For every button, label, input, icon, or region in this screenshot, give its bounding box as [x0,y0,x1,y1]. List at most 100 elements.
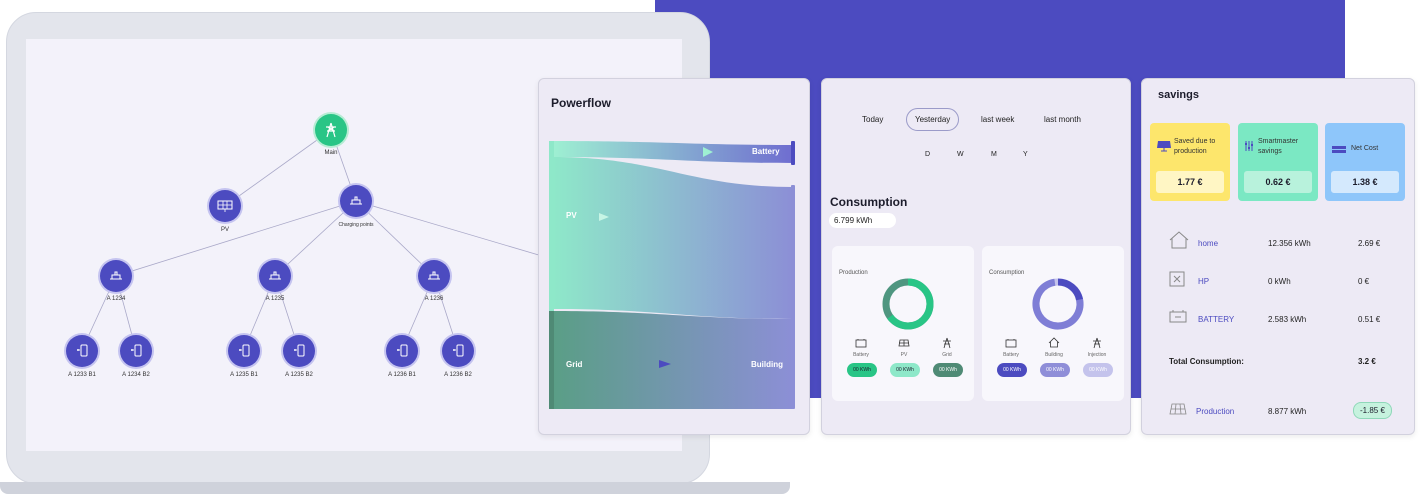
pv-source-bar [549,141,554,311]
row-cost-battery: 0.51 € [1358,315,1381,324]
production-row-value-badge: -1.85 € [1353,402,1392,419]
solar-panel-icon [1169,403,1187,415]
production-item-label: PV [900,352,908,358]
battery-icon [855,339,867,348]
smartmaster-savings-label: Smartmaster savings [1258,138,1299,155]
consumption-value-pill: 00 KWh [1040,363,1070,377]
ev-charger-icon [397,344,408,357]
tab-last-month[interactable]: last month [1044,115,1081,124]
group-node-a1235[interactable] [259,260,291,292]
consumption-item-label: Injection [1087,352,1107,358]
production-panel: Production Battery PV Grid 00 KWh 00 KWh… [832,246,974,401]
charger-hub-icon [269,271,281,280]
home-icon [1169,231,1189,249]
charger-label: A 1235 B2 [285,372,313,378]
consumption-donut [1032,278,1084,330]
tab-yesterday[interactable]: Yesterday [906,108,960,131]
solar-panel-icon [217,200,233,212]
consumption-panel: Consumption Battery Building Injection 0… [982,246,1124,401]
granularity-year[interactable]: Y [1023,151,1028,158]
pv-node[interactable] [209,190,241,222]
net-cost-label: Net Cost [1351,145,1379,152]
production-value-pill: 00 KWh [890,363,920,377]
consumption-item-label: Battery [1003,352,1019,358]
battery-sink-bar [791,141,795,165]
grid-flow-label: Grid [566,360,583,369]
consumption-total: 6.799 kWh [829,213,897,228]
net-cost-value: 1.38 € [1331,171,1399,193]
charging-points-node[interactable] [340,185,372,217]
row-label-battery: BATTERY [1198,315,1235,324]
consumption-item-label: Building [1045,352,1063,358]
charger-node[interactable] [66,335,98,367]
row-kwh-battery: 2.583 kWh [1268,315,1307,324]
pv-flow-label: PV [566,211,577,220]
ev-charger-icon [77,344,88,357]
production-row-kwh: 8.877 kWh [1268,407,1307,416]
charger-label: A 1236 B2 [444,372,472,378]
charger-node[interactable] [283,335,315,367]
main-label: Main [324,150,338,156]
net-cost-box: Net Cost 1.38 € [1325,123,1405,201]
heat-pump-icon [1169,271,1185,287]
row-kwh-hp: 0 kWh [1268,277,1291,286]
consumption-value-pill: 00 KWh [997,363,1027,377]
ev-charger-icon [294,344,305,357]
production-value-pill: 00 KWh [933,363,963,377]
consumption-card: Today Yesterday last week last month D W… [821,78,1131,435]
charger-node[interactable] [228,335,260,367]
row-label-home: home [1198,239,1219,248]
group-label: A 1236 [424,296,444,302]
battery-icon [1169,310,1187,323]
charging-points-label: Charging points [338,222,374,228]
pylon-icon [326,122,336,138]
group-node-a1236[interactable] [418,260,450,292]
consumption-value-pill: 00 KWh [1083,363,1113,377]
home-icon [1048,337,1060,348]
pv-to-building-flow [553,157,793,319]
row-label-hp: HP [1198,277,1210,286]
row-cost-hp: 0 € [1358,277,1370,286]
charger-node[interactable] [442,335,474,367]
consumption-title: Consumption [830,195,908,209]
row-kwh-home: 12.356 kWh [1268,239,1311,248]
battery-flow-label: Battery [752,147,780,156]
charger-node[interactable] [120,335,152,367]
granularity-month[interactable]: M [991,151,997,158]
saved-production-box: Saved due to production 1.77 € [1150,123,1230,201]
group-node-a1234[interactable] [100,260,132,292]
pylon-icon [1093,337,1101,349]
solar-panel-icon [898,339,910,347]
ev-charger-icon [453,344,464,357]
charger-hub-icon [428,271,440,280]
smartmaster-savings-box: Smartmaster savings 0.62 € [1238,123,1318,201]
powerflow-card: Powerflow Battery PV Grid Building [538,78,810,435]
charger-hub-icon [110,271,122,280]
ev-charger-icon [131,344,142,357]
production-panel-title: Production [839,270,868,276]
tab-today[interactable]: Today [862,115,883,124]
grid-source-bar [549,311,554,409]
granularity-week[interactable]: W [957,151,964,158]
ev-charger-icon [239,344,250,357]
building-sink-bar [791,185,795,409]
granularity-day[interactable]: D [925,151,930,158]
pv-label: PV [220,227,229,233]
charger-label: A 1234 B2 [122,372,150,378]
group-label: A 1235 [265,296,285,302]
production-item-label: Battery [853,352,869,358]
tab-last-week[interactable]: last week [981,115,1014,124]
main-node[interactable] [315,114,347,146]
battery-icon [1005,339,1017,348]
solar-panel-icon [1157,141,1171,152]
sliders-icon [1245,141,1253,151]
saved-production-value: 1.77 € [1156,171,1224,193]
total-consumption-value: 3.2 € [1358,357,1376,366]
sankey-diagram [549,141,795,409]
smartmaster-savings-value: 0.62 € [1244,171,1312,193]
production-item-label: Grid [942,352,952,358]
charger-node[interactable] [386,335,418,367]
row-cost-home: 2.69 € [1358,239,1381,248]
consumption-panel-title: Consumption [989,270,1025,276]
production-donut [882,278,934,330]
